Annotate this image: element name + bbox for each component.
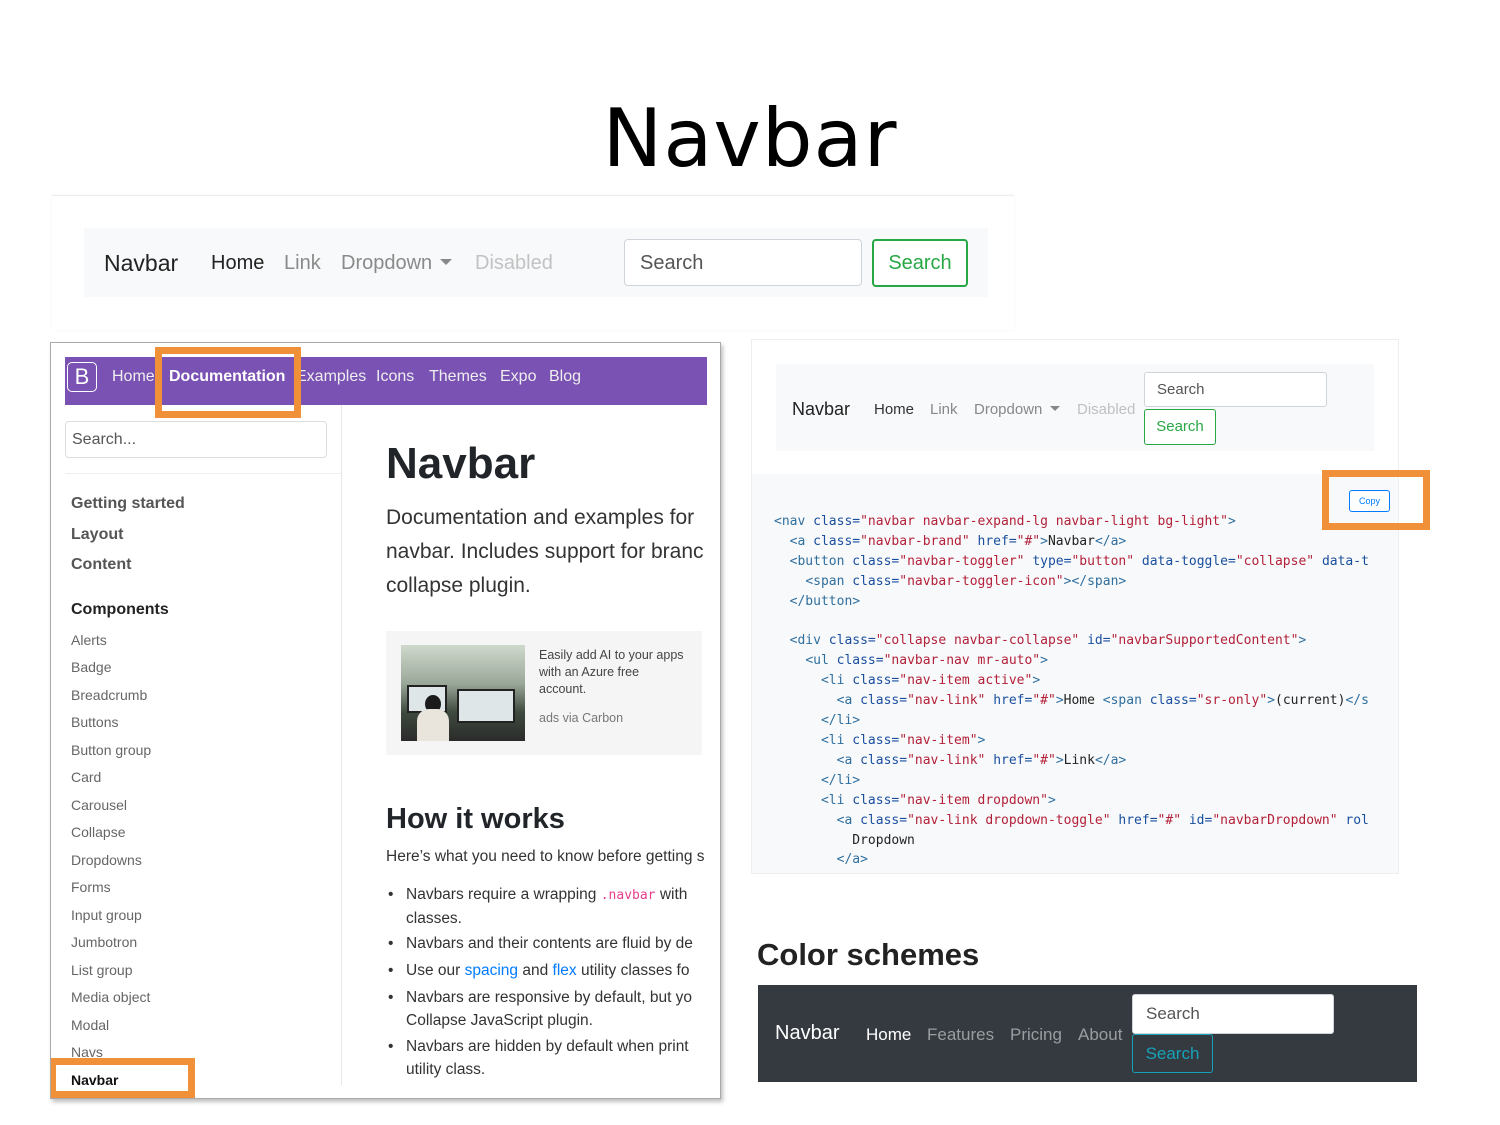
list-text: and: [518, 962, 553, 979]
search-button[interactable]: Search: [872, 239, 968, 287]
sidebar-item-input-group[interactable]: Input group: [71, 907, 142, 923]
nav-link-home[interactable]: Home: [211, 252, 264, 275]
sidebar-content[interactable]: Content: [71, 556, 131, 574]
list-text: Navbars are responsive by default, but y…: [406, 989, 693, 1006]
demo-navbar: Navbar Home Link Dropdown Disabled Searc…: [776, 364, 1374, 451]
sidebar-item-dropdowns[interactable]: Dropdowns: [71, 852, 142, 868]
person-body-shape: [417, 709, 449, 741]
nav-link-pricing[interactable]: Pricing: [1010, 1025, 1062, 1045]
live-demo-panel: Navbar Home Link Dropdown Disabled Searc…: [751, 339, 1399, 874]
navbar-brand[interactable]: Navbar: [775, 1022, 839, 1045]
search-input[interactable]: Search: [1132, 994, 1334, 1034]
docs-nav-icons[interactable]: Icons: [376, 368, 414, 386]
sidebar-item-badge[interactable]: Badge: [71, 659, 111, 675]
list-text: utility classes fo: [576, 962, 690, 979]
nav-dropdown[interactable]: Dropdown: [974, 401, 1061, 418]
sidebar-item-button-group[interactable]: Button group: [71, 742, 151, 758]
sidebar-item-carousel[interactable]: Carousel: [71, 797, 127, 813]
list-text: Navbars are hidden by default when print: [406, 1038, 689, 1055]
sidebar-components[interactable]: Components: [71, 601, 169, 619]
list-text: Navbars and their contents are fluid by …: [406, 935, 693, 952]
sidebar-item-forms[interactable]: Forms: [71, 879, 111, 895]
sidebar-layout[interactable]: Layout: [71, 526, 123, 544]
divider: [65, 473, 342, 474]
ad-image: [401, 645, 525, 741]
nav-dropdown-label: Dropdown: [341, 252, 433, 274]
docs-lead-line: Documentation and examples for: [386, 506, 695, 529]
sidebar-item-modal[interactable]: Modal: [71, 1017, 109, 1033]
docs-lead: Documentation and examples for navbar. I…: [386, 501, 716, 603]
highlight-documentation: [155, 347, 301, 418]
list-item: Use our spacing and flex utility classes…: [388, 959, 716, 982]
how-it-works-heading: How it works: [386, 803, 565, 835]
divider: [341, 405, 342, 1085]
list-text: Use our: [406, 962, 465, 979]
dark-navbar: Navbar Home Features Pricing About Searc…: [758, 985, 1417, 1082]
nav-link-disabled: Disabled: [475, 252, 553, 274]
nav-link-about[interactable]: About: [1078, 1025, 1122, 1045]
search-input[interactable]: Search: [1144, 372, 1327, 407]
nav-dropdown[interactable]: Dropdown: [341, 252, 453, 275]
caret-down-icon: [1050, 405, 1061, 411]
code-inline: .navbar: [600, 888, 656, 903]
nav-link-home[interactable]: Home: [866, 1025, 911, 1045]
list-text: classes.: [406, 910, 462, 927]
bootstrap-logo-icon[interactable]: B: [67, 362, 97, 392]
list-text: with: [655, 886, 688, 903]
sidebar-item-list-group[interactable]: List group: [71, 962, 132, 978]
docs-nav-blog[interactable]: Blog: [549, 368, 581, 386]
ad-via[interactable]: ads via Carbon: [539, 711, 623, 725]
list-text: Collapse JavaScript plugin.: [406, 1012, 593, 1029]
search-input[interactable]: Search: [624, 239, 862, 286]
search-button[interactable]: Search: [1132, 1034, 1213, 1073]
sidebar-item-alerts[interactable]: Alerts: [71, 632, 107, 648]
light-navbar: Navbar Home Link Dropdown Disabled Searc…: [84, 228, 988, 297]
sidebar-item-buttons[interactable]: Buttons: [71, 714, 118, 730]
sidebar-getting-started[interactable]: Getting started: [71, 495, 185, 513]
list-text: Navbars require a wrapping: [406, 886, 601, 903]
caret-down-icon: [440, 258, 453, 265]
monitor-shape: [457, 689, 515, 723]
nav-link-link[interactable]: Link: [930, 401, 958, 418]
list-item: Navbars and their contents are fluid by …: [388, 932, 716, 955]
highlight-navbar: [51, 1058, 195, 1098]
code-snippet: <nav class="navbar navbar-expand-lg navb…: [774, 514, 1369, 868]
nav-link-disabled: Disabled: [1077, 401, 1136, 418]
list-item: Navbars are responsive by default, but y…: [388, 986, 716, 1032]
docs-screenshot: B Home Documentation Examples Icons Them…: [50, 342, 721, 1099]
flex-link[interactable]: flex: [553, 962, 577, 979]
docs-nav-themes[interactable]: Themes: [429, 368, 487, 386]
sidebar-item-card[interactable]: Card: [71, 769, 101, 785]
navbar-brand[interactable]: Navbar: [792, 399, 850, 420]
sidebar-item-collapse[interactable]: Collapse: [71, 824, 125, 840]
sidebar-item-breadcrumb[interactable]: Breadcrumb: [71, 687, 147, 703]
how-it-works-intro: Here’s what you need to know before gett…: [386, 848, 705, 865]
navbar-brand[interactable]: Navbar: [104, 250, 178, 277]
ad-text[interactable]: Easily add AI to your apps with an Azure…: [539, 647, 689, 698]
docs-page-title: Navbar: [386, 439, 536, 488]
slide-title: Navbar: [602, 92, 898, 185]
sidebar-item-jumbotron[interactable]: Jumbotron: [71, 934, 137, 950]
docs-lead-line: collapse plugin.: [386, 574, 531, 597]
list-item: Navbars are hidden by default when print…: [388, 1035, 716, 1081]
nav-dropdown-label: Dropdown: [974, 401, 1043, 418]
nav-link-link[interactable]: Link: [284, 252, 321, 275]
docs-nav-examples[interactable]: Examples: [296, 368, 366, 386]
nav-link-home[interactable]: Home: [874, 401, 914, 418]
carbon-ad[interactable]: Easily add AI to your apps with an Azure…: [386, 631, 702, 755]
list-item: Navbars require a wrapping .navbar with …: [388, 883, 716, 930]
highlight-copy: [1322, 470, 1430, 530]
docs-nav-home[interactable]: Home: [112, 368, 155, 386]
docs-search-input[interactable]: Search...: [65, 421, 327, 458]
spacing-link[interactable]: spacing: [465, 962, 518, 979]
docs-lead-line: navbar. Includes support for branc: [386, 540, 704, 563]
list-text: utility class.: [406, 1061, 486, 1078]
sidebar-item-media-object[interactable]: Media object: [71, 989, 150, 1005]
search-button[interactable]: Search: [1144, 409, 1216, 445]
docs-nav-expo[interactable]: Expo: [500, 368, 536, 386]
nav-link-features[interactable]: Features: [927, 1025, 994, 1045]
color-schemes-heading: Color schemes: [757, 937, 980, 972]
